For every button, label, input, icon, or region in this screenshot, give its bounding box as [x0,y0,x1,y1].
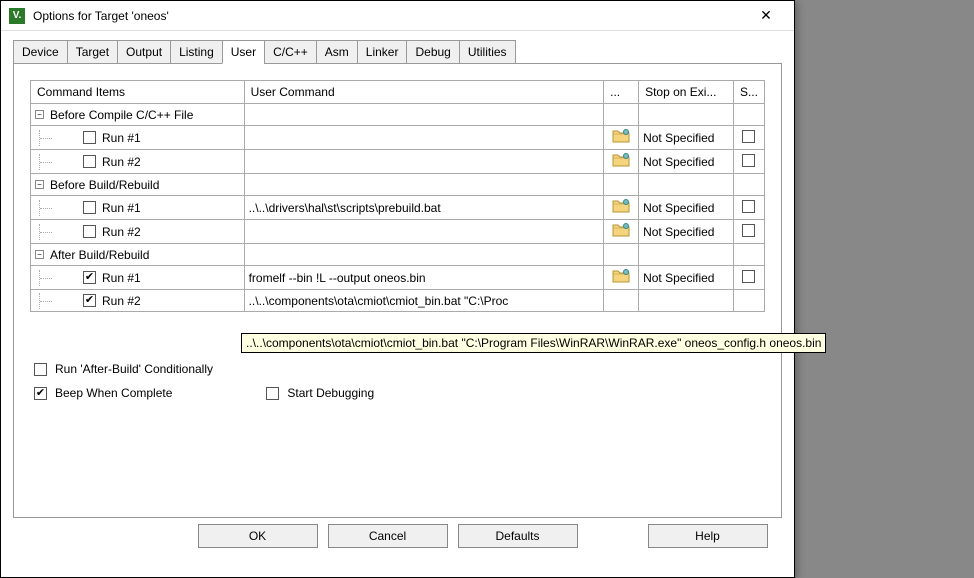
tooltip: ..\..\components\ota\cmiot\cmiot_bin.bat… [241,333,826,353]
start-debug-label: Start Debugging [287,386,374,400]
run-after-build-checkbox[interactable] [34,363,47,376]
defaults-button[interactable]: Defaults [458,524,578,548]
col-header-s: S... [733,81,764,104]
window-title: Options for Target 'oneos' [33,9,746,23]
user-command-cell[interactable]: ..\..\components\ota\cmiot\cmiot_bin.bat… [244,290,604,312]
app-icon: V. [9,8,25,24]
cancel-button[interactable]: Cancel [328,524,448,548]
group-label: After Build/Rebuild [50,248,149,262]
run-checkbox[interactable] [83,294,96,307]
s-checkbox[interactable] [742,200,755,213]
browse-folder-icon[interactable] [612,222,630,238]
run-checkbox[interactable] [83,271,96,284]
tab-linker[interactable]: Linker [357,40,407,64]
run-checkbox[interactable] [83,201,96,214]
user-command-cell[interactable] [244,150,604,174]
run-label: Run #1 [102,271,141,285]
tab-target[interactable]: Target [67,40,117,64]
beep-label: Beep When Complete [55,386,172,400]
close-button[interactable]: ✕ [746,2,786,30]
tab-debug[interactable]: Debug [406,40,458,64]
tree-collapse-icon[interactable]: − [35,250,44,259]
help-button[interactable]: Help [648,524,768,548]
button-bar: OK Cancel Defaults Help [13,524,782,548]
tab-panel-user: Command Items User Command ... Stop on E… [13,63,782,518]
browse-folder-icon[interactable] [612,128,630,144]
group-label: Before Compile C/C++ File [50,108,193,122]
tab-device[interactable]: Device [13,40,67,64]
run-checkbox[interactable] [83,225,96,238]
stop-on-exit-cell[interactable]: Not Specified [639,220,734,244]
user-command-cell[interactable] [244,126,604,150]
s-checkbox[interactable] [742,154,755,167]
beep-checkbox[interactable] [34,387,47,400]
browse-folder-icon[interactable] [612,268,630,284]
group-label: Before Build/Rebuild [50,178,159,192]
run-checkbox[interactable] [83,131,96,144]
stop-on-exit-cell[interactable] [639,290,734,312]
stop-on-exit-cell[interactable]: Not Specified [639,126,734,150]
stop-on-exit-cell[interactable]: Not Specified [639,196,734,220]
col-header-stop: Stop on Exi... [639,81,734,104]
s-checkbox[interactable] [742,224,755,237]
tab-strip: DeviceTargetOutputListingUserC/C++AsmLin… [13,39,782,63]
user-command-cell[interactable]: ..\..\drivers\hal\st\scripts\prebuild.ba… [244,196,604,220]
user-command-cell[interactable] [244,220,604,244]
titlebar: V. Options for Target 'oneos' ✕ [1,1,794,31]
tab-listing[interactable]: Listing [170,40,222,64]
dialog-window: V. Options for Target 'oneos' ✕ DeviceTa… [0,0,795,578]
run-label: Run #1 [102,131,141,145]
commands-grid: Command Items User Command ... Stop on E… [30,80,765,312]
run-label: Run #2 [102,225,141,239]
tree-collapse-icon[interactable]: − [35,110,44,119]
col-header-user-command: User Command [244,81,604,104]
stop-on-exit-cell[interactable]: Not Specified [639,266,734,290]
ok-button[interactable]: OK [198,524,318,548]
stop-on-exit-cell[interactable]: Not Specified [639,150,734,174]
col-header-dots: ... [604,81,639,104]
browse-folder-icon[interactable] [612,198,630,214]
tab-cc[interactable]: C/C++ [264,40,316,64]
tab-output[interactable]: Output [117,40,170,64]
run-label: Run #1 [102,201,141,215]
start-debug-checkbox[interactable] [266,387,279,400]
tree-collapse-icon[interactable]: − [35,180,44,189]
s-checkbox[interactable] [742,270,755,283]
col-header-command-items: Command Items [31,81,245,104]
run-after-build-label: Run 'After-Build' Conditionally [55,362,213,376]
tab-asm[interactable]: Asm [316,40,357,64]
run-checkbox[interactable] [83,155,96,168]
user-command-cell[interactable]: fromelf --bin !L --output oneos.bin [244,266,604,290]
tab-utilities[interactable]: Utilities [459,40,516,64]
s-checkbox[interactable] [742,130,755,143]
run-label: Run #2 [102,155,141,169]
tab-user[interactable]: User [222,40,264,64]
run-label: Run #2 [102,294,141,308]
browse-folder-icon[interactable] [612,152,630,168]
